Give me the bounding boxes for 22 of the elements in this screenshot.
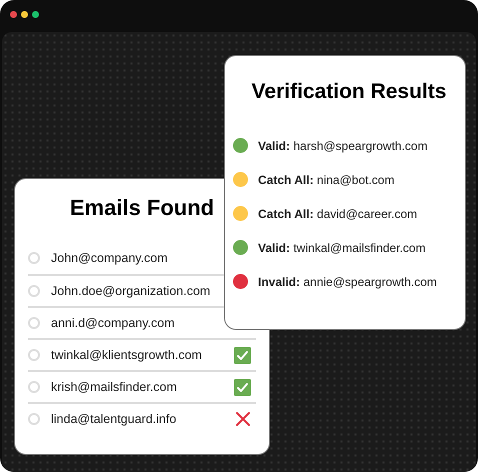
result-text: Catch All: david@career.com (258, 206, 418, 222)
email-address: linda@talentguard.info (51, 410, 178, 428)
window-control[interactable] (10, 11, 17, 18)
result-text: Catch All: nina@bot.com (258, 172, 394, 188)
window-control[interactable] (32, 11, 39, 18)
result-text: Invalid: annie@speargrowth.com (258, 274, 437, 290)
card-title: Verification Results (252, 79, 446, 105)
radio-button[interactable] (28, 413, 40, 425)
radio-button[interactable] (28, 381, 40, 393)
email-address: krish@mailsfinder.com (51, 378, 178, 396)
email-address: John.doe@organization.com (51, 282, 212, 300)
window-control[interactable] (21, 11, 28, 18)
radio-button[interactable] (28, 317, 40, 329)
email-address: anni.d@company.com (51, 314, 176, 332)
radio-button[interactable] (28, 285, 40, 297)
email-address: twinkal@klientsgrowth.com (51, 346, 203, 364)
email-address: John@company.com (51, 250, 169, 267)
result-text: Valid: twinkal@mailsfinder.com (258, 240, 426, 256)
radio-button[interactable] (28, 252, 40, 264)
result-text: Valid: harsh@speargrowth.com (258, 138, 428, 154)
card-title: Emails Found (70, 194, 214, 222)
radio-button[interactable] (28, 349, 40, 361)
